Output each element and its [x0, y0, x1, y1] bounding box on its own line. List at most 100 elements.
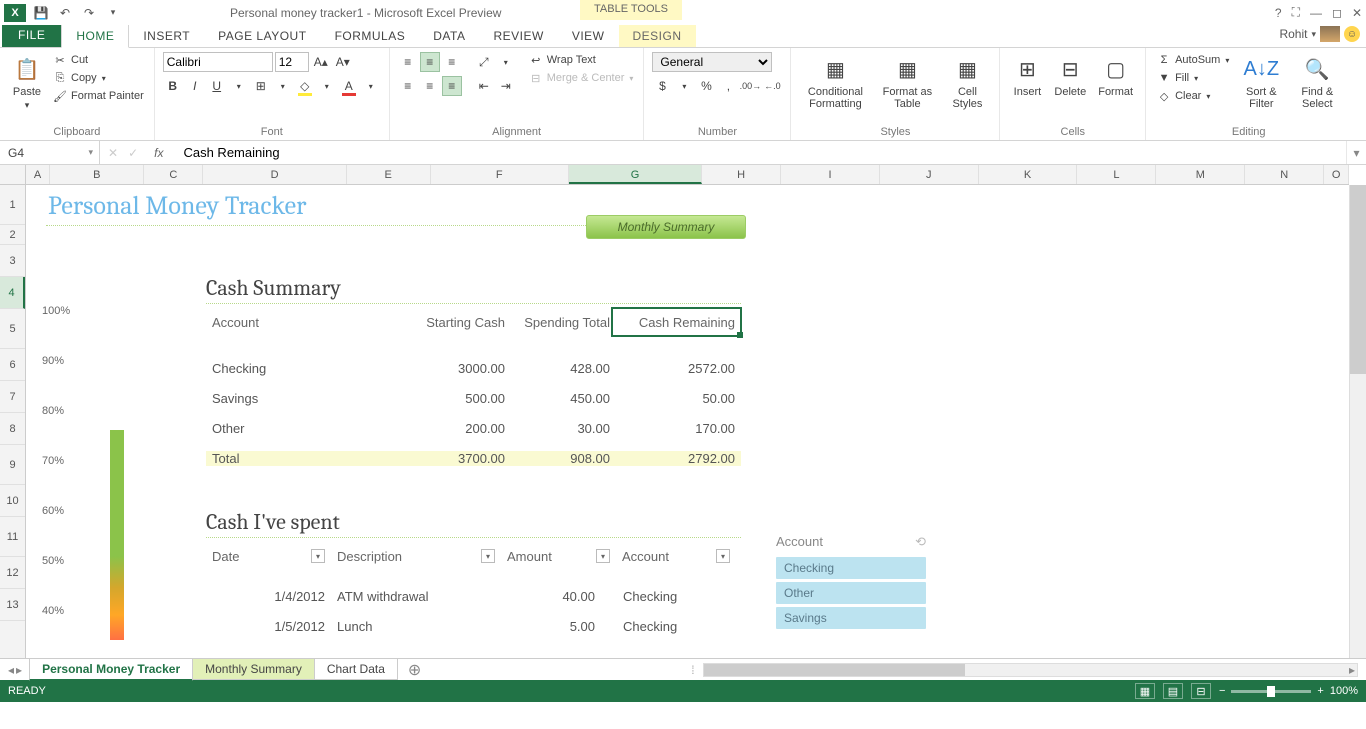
align-left-icon[interactable]: ≡	[398, 76, 418, 96]
col-header[interactable]: E	[347, 165, 431, 184]
tab-data[interactable]: DATA	[419, 25, 479, 47]
row-header[interactable]: 12	[0, 557, 25, 589]
col-header[interactable]: J	[880, 165, 979, 184]
row-header[interactable]: 7	[0, 381, 25, 413]
sort-filter-button[interactable]: A↓ZSort & Filter	[1235, 52, 1287, 112]
col-header[interactable]: A	[26, 165, 51, 184]
orientation-icon[interactable]: ⤢	[474, 52, 494, 72]
row-header[interactable]: 3	[0, 245, 25, 277]
maximize-icon[interactable]: ◻	[1332, 6, 1342, 20]
autosum-button[interactable]: ΣAutoSum▾	[1154, 52, 1231, 68]
bold-button[interactable]: B	[163, 76, 183, 96]
zoom-slider[interactable]	[1231, 690, 1311, 693]
select-all-corner[interactable]	[0, 165, 26, 184]
col-header[interactable]: F	[431, 165, 569, 184]
decrease-decimal-icon[interactable]: ←.0	[762, 76, 782, 96]
copy-button[interactable]: ⎘Copy▾	[50, 70, 146, 86]
comma-format-icon[interactable]: ,	[718, 76, 738, 96]
cut-button[interactable]: ✂Cut	[50, 52, 146, 68]
insert-cells-button[interactable]: ⊞Insert	[1008, 52, 1046, 100]
align-top-icon[interactable]: ≡	[398, 52, 418, 72]
format-painter-button[interactable]: 🖌Format Painter	[50, 88, 146, 104]
sheet-tab[interactable]: Personal Money Tracker	[29, 659, 193, 681]
formula-input[interactable]	[177, 141, 1346, 164]
row-header[interactable]: 6	[0, 349, 25, 381]
sheet-tab[interactable]: Monthly Summary	[192, 659, 315, 680]
vertical-scrollbar[interactable]	[1349, 185, 1366, 658]
close-icon[interactable]: ✕	[1352, 6, 1362, 20]
clear-filter-icon[interactable]: ⟲	[915, 534, 926, 550]
user-account[interactable]: Rohit ▾ ☺	[1279, 26, 1360, 42]
underline-button[interactable]: U	[207, 76, 227, 96]
increase-font-icon[interactable]: A▴	[311, 52, 331, 72]
enter-formula-icon[interactable]: ✓	[128, 146, 138, 160]
decrease-indent-icon[interactable]: ⇤	[474, 76, 494, 96]
feedback-smiley-icon[interactable]: ☺	[1344, 26, 1360, 42]
col-header[interactable]: M	[1156, 165, 1245, 184]
col-header[interactable]: B	[50, 165, 144, 184]
col-header[interactable]: K	[979, 165, 1078, 184]
fill-color-button[interactable]: ◇	[295, 76, 315, 96]
redo-icon[interactable]: ↷	[80, 4, 98, 22]
help-icon[interactable]: ?	[1275, 6, 1282, 20]
new-sheet-button[interactable]: ⊕	[398, 660, 431, 680]
row-header[interactable]: 9	[0, 445, 25, 485]
save-icon[interactable]: 💾	[32, 4, 50, 22]
decrease-font-icon[interactable]: A▾	[333, 52, 353, 72]
row-header[interactable]: 2	[0, 225, 25, 245]
horizontal-scrollbar[interactable]: ◂▸	[703, 663, 1358, 677]
wrap-text-button[interactable]: ↩Wrap Text	[526, 52, 636, 68]
format-as-table-button[interactable]: ▦Format as Table	[875, 52, 939, 112]
cancel-formula-icon[interactable]: ✕	[108, 146, 118, 160]
row-header[interactable]: 5	[0, 309, 25, 349]
sheet-nav-prev-icon[interactable]: ◂	[8, 663, 14, 677]
tab-view[interactable]: VIEW	[558, 25, 619, 47]
col-header[interactable]: D	[203, 165, 346, 184]
align-center-icon[interactable]: ≡	[420, 76, 440, 96]
increase-decimal-icon[interactable]: .00→	[740, 76, 760, 96]
customize-qat-icon[interactable]: ▾	[104, 4, 122, 22]
slicer-item[interactable]: Checking	[776, 557, 926, 579]
name-box[interactable]: G4	[0, 141, 100, 164]
row-header[interactable]: 11	[0, 517, 25, 557]
col-header[interactable]: N	[1245, 165, 1324, 184]
filter-button[interactable]: ▾	[596, 549, 610, 563]
tab-file[interactable]: FILE	[2, 23, 61, 47]
col-header[interactable]: O	[1324, 165, 1349, 184]
row-header[interactable]: 4	[0, 277, 25, 309]
insert-function-icon[interactable]: fx	[148, 146, 169, 160]
slicer-item[interactable]: Other	[776, 582, 926, 604]
paste-button[interactable]: 📋 Paste ▾	[8, 52, 46, 113]
border-button[interactable]: ⊞	[251, 76, 271, 96]
increase-indent-icon[interactable]: ⇥	[496, 76, 516, 96]
monthly-summary-button[interactable]: Monthly Summary	[586, 215, 746, 239]
row-header[interactable]: 1	[0, 185, 25, 225]
ribbon-display-icon[interactable]: ⛶	[1292, 5, 1300, 20]
filter-button[interactable]: ▾	[311, 549, 325, 563]
undo-icon[interactable]: ↶	[56, 4, 74, 22]
zoom-level[interactable]: 100%	[1330, 685, 1358, 697]
col-header[interactable]: I	[781, 165, 880, 184]
align-right-icon[interactable]: ≡	[442, 76, 462, 96]
italic-button[interactable]: I	[185, 76, 205, 96]
slicer-item[interactable]: Savings	[776, 607, 926, 629]
merge-center-button[interactable]: ⊟Merge & Center▾	[526, 70, 636, 86]
fill-button[interactable]: ▼Fill▾	[1154, 70, 1231, 86]
tab-formulas[interactable]: FORMULAS	[321, 25, 420, 47]
filter-button[interactable]: ▾	[481, 549, 495, 563]
row-header[interactable]: 13	[0, 589, 25, 621]
normal-view-icon[interactable]: ▦	[1135, 683, 1155, 699]
zoom-out-button[interactable]: −	[1219, 685, 1225, 697]
align-bottom-icon[interactable]: ≡	[442, 52, 462, 72]
tab-page-layout[interactable]: PAGE LAYOUT	[204, 25, 320, 47]
col-header[interactable]: G	[569, 165, 702, 184]
page-break-view-icon[interactable]: ⊟	[1191, 683, 1211, 699]
font-name-combo[interactable]	[163, 52, 273, 72]
tab-review[interactable]: REVIEW	[479, 25, 557, 47]
font-size-combo[interactable]	[275, 52, 309, 72]
sheet-tab[interactable]: Chart Data	[314, 659, 398, 680]
cell-styles-button[interactable]: ▦Cell Styles	[943, 52, 991, 112]
col-header[interactable]: H	[702, 165, 781, 184]
number-format-select[interactable]: General	[652, 52, 772, 72]
delete-cells-button[interactable]: ⊟Delete	[1050, 52, 1090, 100]
